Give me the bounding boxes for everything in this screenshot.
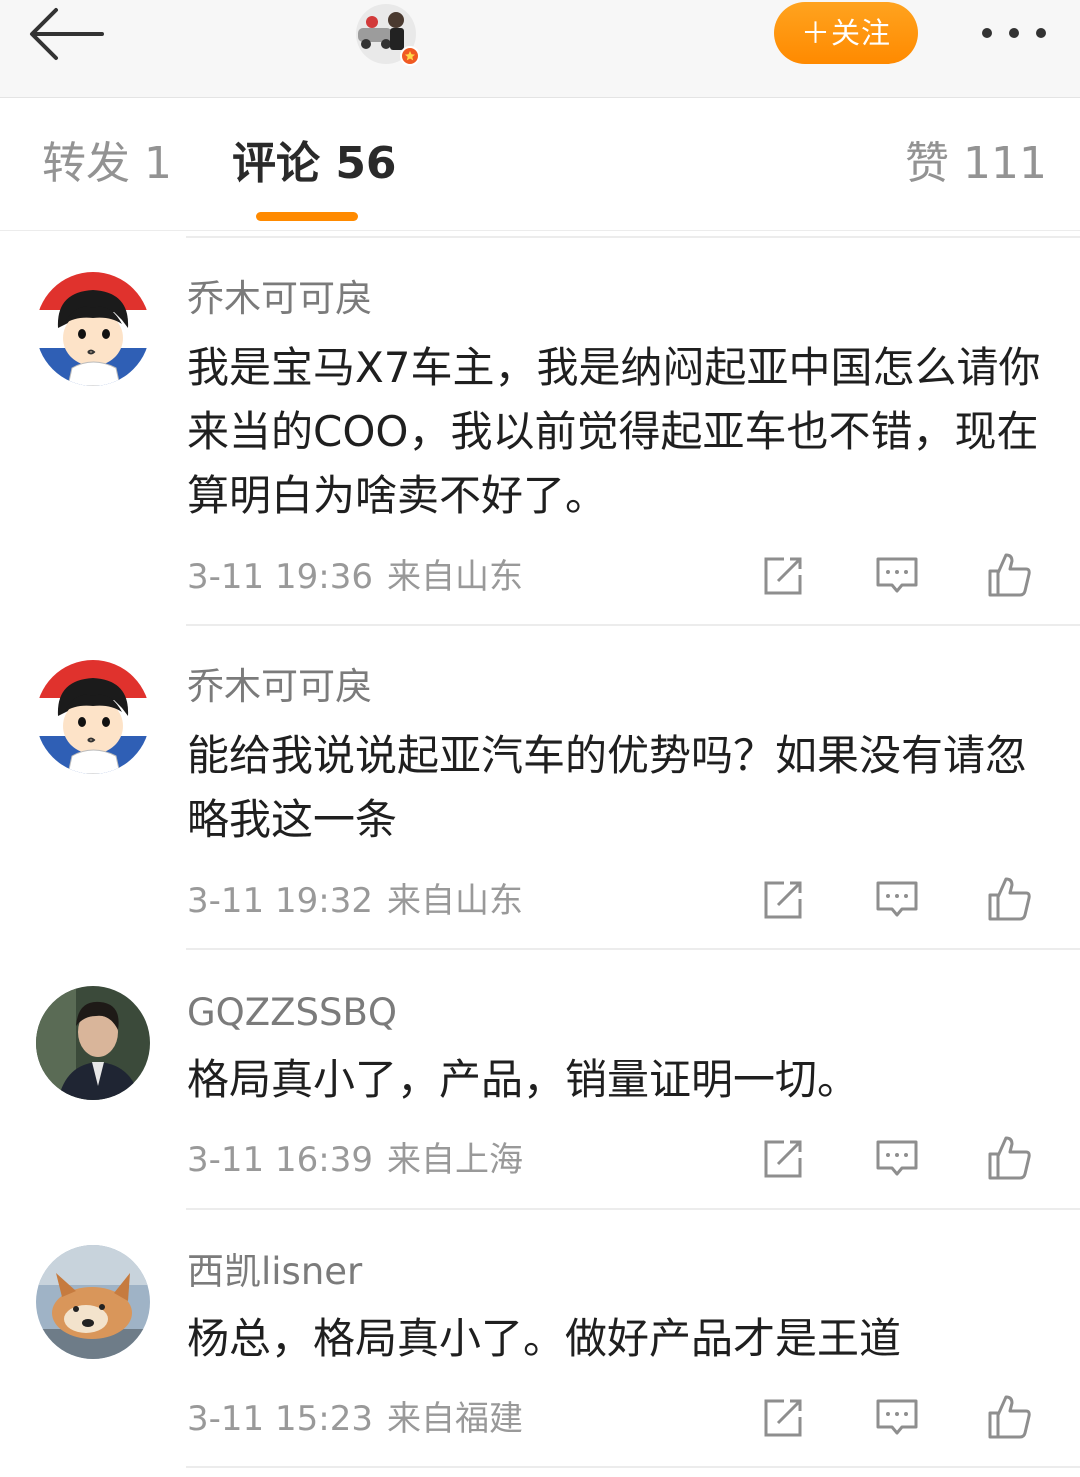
comment-meta: 3-11 19:32 来自山东 — [187, 879, 523, 923]
comment-time: 3-11 19:32 — [187, 881, 373, 921]
man-photo-avatar[interactable] — [36, 986, 150, 1100]
comment-text: 杨总，格局真小了。做好产品才是王道 — [187, 1314, 902, 1363]
share-icon[interactable] — [760, 553, 806, 599]
tab-comments[interactable]: 评论 56 — [232, 136, 397, 192]
comment-username[interactable]: 乔木可可戾 — [187, 664, 372, 710]
share-icon[interactable] — [760, 1136, 806, 1182]
reply-icon[interactable] — [874, 1395, 920, 1441]
tab-likes[interactable]: 赞 111 — [905, 136, 1047, 192]
comment-time: 3-11 16:39 — [187, 1140, 373, 1180]
comment-text: 我是宝马X7车主，我是纳闷起亚中国怎么请你来当的COO，我以前觉得起亚车也不错，… — [187, 343, 1041, 520]
like-icon[interactable] — [986, 1393, 1032, 1439]
comment-meta: 3-11 16:39 来自上海 — [187, 1138, 523, 1182]
comment-username[interactable]: 西凯lisner — [187, 1249, 362, 1295]
reply-icon[interactable] — [874, 1136, 920, 1182]
comment-location: 来自山东 — [386, 557, 523, 597]
comment-username[interactable]: GQZZSSBQ — [187, 990, 397, 1036]
tab-reposts[interactable]: 转发 1 — [42, 136, 172, 192]
divider — [186, 624, 1080, 626]
comment-meta: 3-11 19:36 来自山东 — [187, 555, 523, 599]
divider — [186, 948, 1080, 950]
comment-username[interactable]: 乔木可可戾 — [187, 276, 372, 322]
comment-time: 3-11 15:23 — [187, 1399, 373, 1439]
comment-location: 来自山东 — [386, 881, 523, 921]
divider — [186, 1208, 1080, 1210]
cartoon-boy-avatar[interactable] — [36, 660, 150, 774]
like-icon[interactable] — [986, 551, 1032, 597]
comment-location: 来自上海 — [386, 1140, 523, 1180]
back-button[interactable] — [26, 4, 106, 64]
divider — [186, 1466, 1080, 1468]
like-icon[interactable] — [986, 875, 1032, 921]
comment-time: 3-11 19:36 — [187, 557, 373, 597]
follow-button[interactable]: ＋关注 — [774, 2, 918, 64]
comment-meta: 3-11 15:23 来自福建 — [187, 1397, 523, 1441]
tab-bar: 转发 1 评论 56 赞 111 — [0, 98, 1080, 231]
author-avatar[interactable] — [352, 2, 420, 66]
arrow-left-icon — [30, 8, 104, 60]
comment-text: 能给我说说起亚汽车的优势吗？如果没有请忽略我这一条 — [187, 731, 1028, 844]
active-tab-indicator — [256, 212, 358, 221]
dog-photo-avatar[interactable] — [36, 1245, 150, 1359]
like-icon[interactable] — [986, 1134, 1032, 1180]
reply-icon[interactable] — [874, 553, 920, 599]
top-bar: ＋关注 — [0, 0, 1080, 98]
reply-icon[interactable] — [874, 877, 920, 923]
comment-location: 来自福建 — [386, 1399, 523, 1439]
share-icon[interactable] — [760, 1395, 806, 1441]
divider — [186, 236, 1080, 238]
comment-text: 格局真小了，产品，销量证明一切。 — [187, 1055, 860, 1104]
cartoon-boy-avatar[interactable] — [36, 272, 150, 386]
share-icon[interactable] — [760, 877, 806, 923]
more-dots-icon[interactable] — [974, 16, 1054, 50]
